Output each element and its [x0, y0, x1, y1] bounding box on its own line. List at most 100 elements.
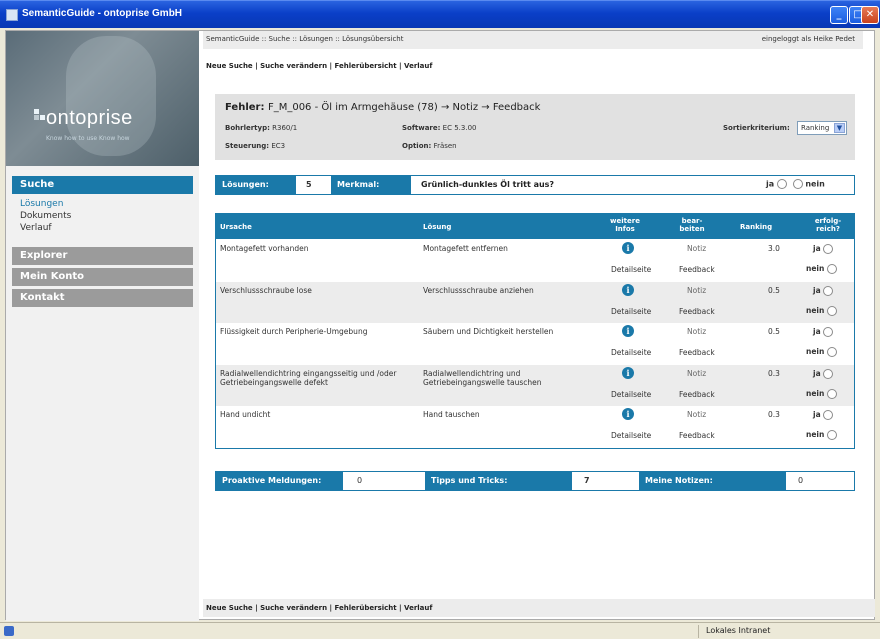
tipps-label[interactable]: Tipps und Tricks: — [425, 472, 572, 490]
merkmal-label: Merkmal: — [331, 176, 411, 194]
nav-loesungen[interactable]: Lösungen — [20, 199, 63, 209]
baureihe-field: Bohrlertyp: R360/1 — [225, 124, 298, 132]
notiz-link[interactable]: Notiz — [687, 410, 706, 419]
col-ursache: Ursache — [220, 223, 252, 231]
question-row: Lösungen: 5 Merkmal: Grünlich-dunkles Öl… — [215, 175, 855, 195]
bottom-bar: Proaktive Meldungen: 0 Tipps und Tricks:… — [215, 471, 855, 491]
top-links[interactable]: Neue Suche | Suche verändern | Fehlerübe… — [206, 62, 432, 70]
option-field: Option: Fräsen — [402, 142, 457, 150]
logo-tagline: Know how to use Know how — [46, 135, 130, 142]
col-infos: weitere Infos — [610, 217, 640, 233]
footer-links[interactable]: Neue Suche | Suche verändern | Fehlerübe… — [203, 599, 875, 617]
table-row: Hand undicht Hand tauschen i Detailseite Not… — [216, 406, 854, 447]
detailseite-link[interactable]: Detailseite — [611, 431, 651, 440]
nav-explorer[interactable]: Explorer — [12, 247, 193, 265]
cell-ursache: Flüssigkeit durch Peripherie-Umgebung — [220, 327, 368, 336]
nav-mein-konto[interactable]: Mein Konto — [12, 268, 193, 286]
detailseite-link[interactable]: Detailseite — [611, 307, 651, 316]
security-zone: Lokales Intranet — [706, 626, 771, 635]
detailseite-link[interactable]: Detailseite — [611, 348, 651, 357]
nav-kontakt[interactable]: Kontakt — [12, 289, 193, 307]
count-value: 5 — [306, 180, 312, 189]
nav-verlauf[interactable]: Verlauf — [20, 223, 52, 233]
detailseite-link[interactable]: Detailseite — [611, 390, 651, 399]
table-row: Verschlussschraube lose Verschlussschraub… — [216, 281, 854, 323]
erfolg-ja: ja — [813, 244, 834, 254]
cell-loesung: Verschlussschraube anziehen — [423, 285, 534, 295]
results-table: Ursache Lösung weitere Infos bear- beite… — [215, 213, 855, 449]
erfolg-nein: nein — [806, 388, 837, 399]
col-erfolg: erfolg- reich? — [814, 217, 842, 233]
erfolg-ja: ja — [813, 285, 834, 296]
sort-select[interactable]: Ranking ▼ — [797, 121, 847, 135]
nav-suche[interactable]: Suche — [12, 176, 193, 194]
radio-erfolg-ja[interactable] — [823, 410, 834, 420]
cell-ursache: Radialwellendichtring eingangsseitig und… — [220, 368, 397, 387]
erfolg-ja: ja — [813, 410, 834, 420]
erfolg-ja: ja — [813, 327, 834, 337]
col-ranking: Ranking — [740, 223, 773, 231]
detailseite-link[interactable]: Detailseite — [611, 265, 651, 274]
cell-ursache: Verschlussschraube lose — [220, 285, 312, 295]
feedback-link[interactable]: Feedback — [679, 431, 715, 440]
notiz-link[interactable]: Notiz — [687, 286, 706, 295]
logo-mark-icon — [34, 109, 46, 121]
info-icon[interactable]: i — [622, 325, 634, 337]
sort-label: Sortierkriterium: — [723, 124, 790, 132]
page-icon — [4, 626, 14, 636]
cell-loesung: Montagefett entfernen — [423, 244, 508, 253]
app-icon — [6, 9, 18, 21]
count-label: Lösungen: — [216, 176, 296, 194]
login-status: eingeloggt als Heike Pedet — [761, 35, 855, 43]
minimize-button[interactable]: _ — [830, 6, 848, 24]
info-icon[interactable]: i — [622, 366, 634, 379]
cell-ranking: 0.5 — [768, 327, 780, 336]
radio-nein[interactable] — [792, 179, 803, 189]
erfolg-nein: nein — [806, 305, 837, 316]
cell-ranking: 3.0 — [768, 244, 780, 253]
chevron-down-icon[interactable]: ▼ — [834, 123, 845, 133]
steuerung-field: Steuerung: EC3 — [225, 142, 286, 150]
main-content: SemanticGuide :: Suche :: Lösungen :: Lö… — [203, 31, 875, 621]
radio-erfolg-ja[interactable] — [823, 285, 834, 296]
error-header: Fehler: F_M_006 - Öl im Armgehäuse (78) … — [215, 94, 855, 160]
notiz-link[interactable]: Notiz — [687, 369, 706, 378]
radio-erfolg-ja[interactable] — [823, 368, 834, 379]
radio-erfolg-nein[interactable] — [826, 305, 837, 316]
tipps-value: 7 — [584, 476, 590, 485]
radio-ja[interactable] — [776, 179, 787, 189]
info-icon[interactable]: i — [622, 408, 634, 420]
breadcrumb-path[interactable]: SemanticGuide :: Suche :: Lösungen :: Lö… — [206, 35, 403, 43]
radio-erfolg-ja[interactable] — [823, 244, 834, 254]
radio-erfolg-nein[interactable] — [826, 388, 837, 399]
cell-ranking: 0.3 — [768, 410, 780, 419]
feedback-link[interactable]: Feedback — [679, 307, 715, 316]
notizen-value: 0 — [798, 476, 804, 485]
feedback-link[interactable]: Feedback — [679, 390, 715, 399]
col-loesung: Lösung — [423, 223, 452, 231]
title-bar: SemanticGuide - ontoprise GmbH _ □ ✕ — [0, 0, 880, 28]
notiz-link[interactable]: Notiz — [687, 327, 706, 336]
radio-erfolg-nein[interactable] — [826, 347, 837, 357]
radio-erfolg-ja[interactable] — [823, 327, 834, 337]
table-row: Flüssigkeit durch Peripherie-Umgebung Säu… — [216, 323, 854, 364]
notizen-label[interactable]: Meine Notizen: — [639, 472, 786, 490]
breadcrumb: SemanticGuide :: Suche :: Lösungen :: Lö… — [203, 31, 863, 49]
answer-options: ja nein — [766, 179, 825, 189]
table-row: Montagefett vorhanden Montagefett entfern… — [216, 240, 854, 281]
info-icon[interactable]: i — [622, 283, 634, 296]
cell-loesung: Radialwellendichtring und Getriebeingang… — [423, 368, 542, 387]
radio-erfolg-nein[interactable] — [826, 430, 837, 440]
feedback-link[interactable]: Feedback — [679, 265, 715, 274]
info-icon[interactable]: i — [622, 242, 634, 254]
erfolg-nein: nein — [806, 347, 837, 357]
feedback-link[interactable]: Feedback — [679, 348, 715, 357]
proaktive-label[interactable]: Proaktive Meldungen: — [216, 472, 343, 490]
error-title: Fehler: F_M_006 - Öl im Armgehäuse (78) … — [225, 102, 541, 113]
close-button[interactable]: ✕ — [861, 6, 879, 24]
nav-dokumente[interactable]: Dokuments — [20, 211, 71, 221]
status-bar: Lokales Intranet — [0, 622, 880, 639]
notiz-link[interactable]: Notiz — [687, 244, 706, 253]
radio-erfolg-nein[interactable] — [826, 264, 837, 274]
window-title: SemanticGuide - ontoprise GmbH — [22, 8, 183, 19]
